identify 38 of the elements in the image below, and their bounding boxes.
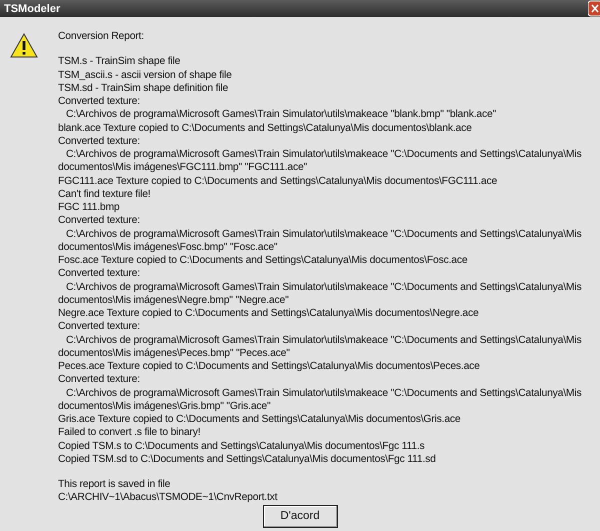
report-line: documentos\Mis imágenes\Fosc.bmp" "Fosc.ace": [58, 240, 278, 254]
report-line: Copied TSM.s to C:\Documents and Settings\Catalunya\Mis documentos\Fgc 111.s: [58, 440, 426, 453]
report-line: TSM.s - TrainSim shape file: [58, 55, 182, 68]
report-heading: Conversion Report:: [58, 30, 145, 44]
report-line: documentos\Mis imágenes\Peces.bmp" "Peces.ace": [58, 346, 291, 360]
report-line: Peces.ace Texture copied to C:\Documents and Settings\Catalunya\Mis documentos\Peces.ace: [58, 360, 481, 374]
report-line: Can't find texture file!: [58, 188, 152, 201]
report-note: C:\ARCHIV~1\Abacus\TSMODE~1\CnvReport.txt: [58, 491, 278, 504]
report-line: C:\Archivos de programa\Microsoft Games\Train Simulator\utils\makeace "C:\Documents and Settings\Catalunya\Mis: [65, 228, 582, 241]
report-note: This report is saved in file: [58, 478, 172, 492]
report-line: Gris.ace Texture copied to C:\Documents and Settings\Catalunya\Mis documentos\Gris.ace: [58, 413, 462, 426]
report-line: documentos\Mis imágenes\Negre.bmp" "Negre.ace": [58, 294, 290, 307]
report-line: C:\Archivos de programa\Microsoft Games\Train Simulator\utils\makeace "C:\Documents and Settings\Catalunya\Mis: [65, 386, 582, 400]
report-line: documentos\Mis imágenes\FGC111.bmp" "FGC111.ace": [58, 161, 308, 174]
window-title: TSModeler: [4, 2, 60, 14]
report-line: Converted texture:: [58, 95, 141, 108]
report-line: Converted texture:: [58, 214, 141, 228]
report-line: documentos\Mis imágenes\Gris.bmp" "Gris.ace": [58, 400, 272, 413]
report-line: FGC 111.bmp: [58, 201, 121, 214]
report-line: Converted texture:: [58, 320, 141, 334]
report-line: TSM.sd - TrainSim shape definition file: [58, 82, 230, 95]
report-line: Converted texture:: [58, 267, 141, 280]
close-icon[interactable]: [588, 0, 600, 17]
report-line: FGC111.ace Texture copied to C:\Documents and Settings\Catalunya\Mis documentos\FGC111.ace: [58, 174, 498, 188]
report-line: blank.ace Texture copied to C:\Documents and Settings\Catalunya\Mis documentos\blank.ace: [58, 122, 473, 135]
report-line: Fosc.ace Texture copied to C:\Documents and Settings\Catalunya\Mis documentos\Fosc.ace: [58, 254, 468, 268]
report-line: Negre.ace Texture copied to C:\Documents and Settings\Catalunya\Mis documentos\Negre.ace: [58, 307, 480, 320]
ok-button[interactable]: D'acord: [262, 504, 338, 528]
report-line: Converted texture:: [58, 134, 141, 148]
report-line: C:\Archivos de programa\Microsoft Games\Train Simulator\utils\makeace "C:\Documents and Settings\Catalunya\Mis: [65, 280, 582, 294]
report-line: C:\Archivos de programa\Microsoft Games\Train Simulator\utils\makeace "C:\Documents and Settings\Catalunya\Mis: [65, 334, 582, 347]
report-line: C:\Archivos de programa\Microsoft Games\Train Simulator\utils\makeace "C:\Documents and Settings\Catalunya\Mis: [65, 148, 582, 162]
report-line: Converted texture:: [58, 373, 141, 386]
report-line: Copied TSM.sd to C:\Documents and Settings\Catalunya\Mis documentos\Fgc 111.sd: [58, 452, 437, 466]
report-line: C:\Archivos de programa\Microsoft Games\Train Simulator\utils\makeace "blank.bmp" "blank.ace": [65, 108, 498, 122]
warning-icon: [10, 32, 38, 60]
report-line: TSM_ascii.s - ascii version of shape file: [58, 68, 233, 82]
report-line: Failed to convert .s file to binary!: [58, 426, 202, 440]
